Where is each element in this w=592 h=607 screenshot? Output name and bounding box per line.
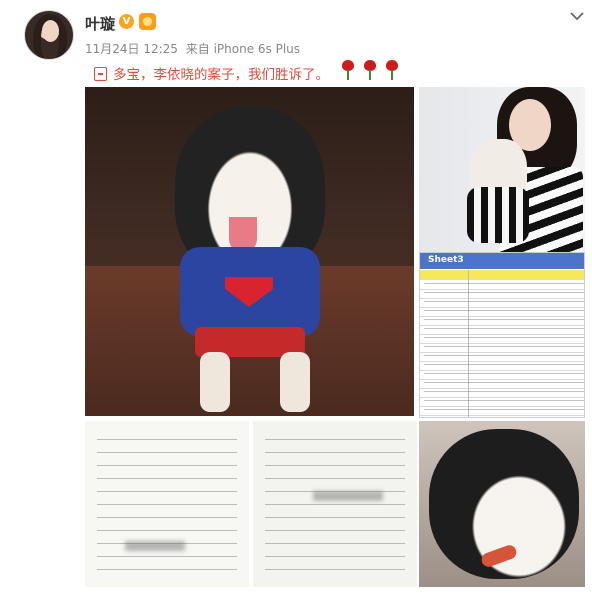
avatar[interactable] (24, 10, 74, 60)
puppy-shirt (467, 187, 529, 243)
avatar-face (42, 20, 59, 42)
document-text-lines (97, 433, 237, 575)
post-text: 多宝，李依晓的案子，我们胜诉了。 (94, 63, 329, 83)
photo-dog-eating[interactable] (419, 421, 585, 587)
emoji-row (340, 60, 406, 84)
text-prefix-icon (94, 67, 107, 81)
rose-icon (384, 60, 400, 80)
verified-badge-icon: V (119, 14, 134, 29)
chevron-down-icon[interactable] (569, 8, 585, 24)
redacted-text (313, 491, 383, 501)
member-icon[interactable] (139, 13, 156, 30)
post-text-content: 多宝，李依晓的案子，我们胜诉了。 (113, 67, 329, 83)
post-meta: 11月24日 12:25 来自 iPhone 6s Plus (85, 40, 300, 57)
sheet-header-row (420, 270, 584, 280)
dog-leg (200, 352, 230, 412)
rose-icon (362, 60, 378, 80)
sheet-tab: Sheet3 (420, 253, 584, 269)
photo-document-page-2[interactable] (253, 421, 417, 587)
redacted-text (125, 541, 185, 551)
dog-leg (280, 352, 310, 412)
photo-woman-with-dog[interactable] (419, 87, 585, 253)
photo-spreadsheet[interactable]: Sheet3 (419, 252, 585, 418)
photo-document-page-1[interactable] (85, 421, 249, 587)
sheet-tab-label: Sheet3 (428, 255, 464, 265)
document-text-lines (265, 433, 405, 575)
rose-icon (340, 60, 356, 80)
post-source[interactable]: 来自 iPhone 6s Plus (186, 42, 300, 56)
photo-dog-superman-costume[interactable] (85, 87, 414, 416)
post-timestamp[interactable]: 11月24日 12:25 (85, 42, 178, 56)
sheet-cell-text (424, 281, 584, 416)
username[interactable]: 叶璇 (85, 13, 115, 34)
